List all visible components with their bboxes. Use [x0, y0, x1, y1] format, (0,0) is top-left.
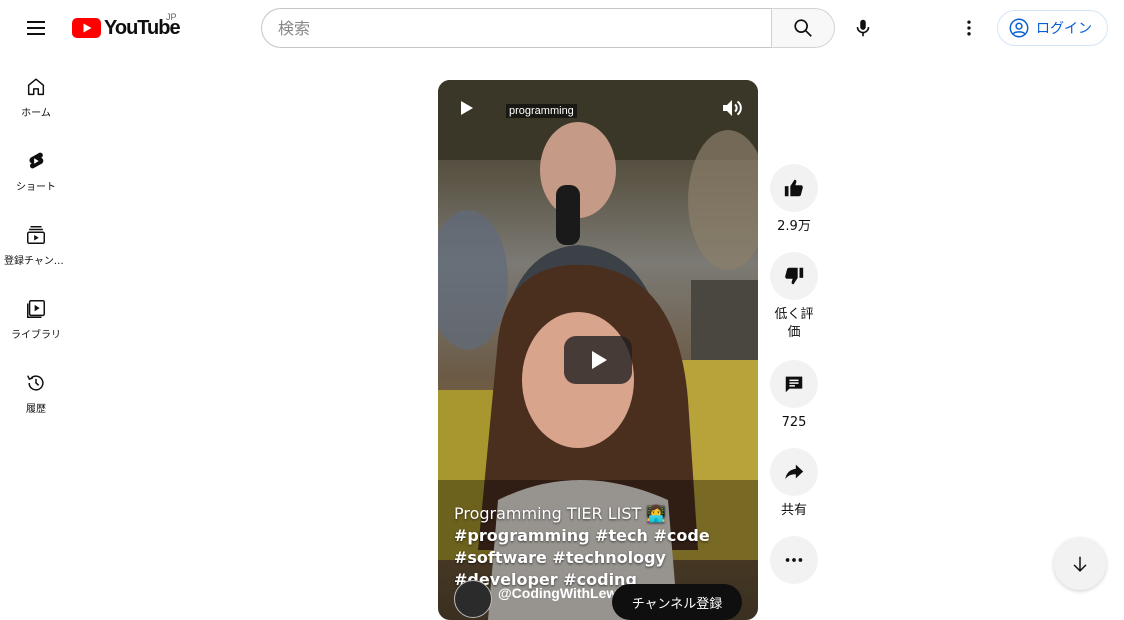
- comment-action: 725: [769, 360, 819, 432]
- sidebar-item-label: ホーム: [21, 108, 51, 119]
- logo-region: JP: [166, 12, 177, 22]
- share-action: 共有: [769, 448, 819, 520]
- sidebar-item-label: ショート: [16, 182, 56, 193]
- subscribe-button[interactable]: チャンネル登録: [612, 584, 742, 620]
- sidebar-item-label: 履歴: [26, 404, 46, 415]
- sidebar-item-subscriptions[interactable]: 登録チャンネル: [0, 204, 72, 278]
- subscriptions-icon: [27, 226, 45, 244]
- sidebar-item-home[interactable]: ホーム: [0, 56, 72, 130]
- youtube-logo[interactable]: YouTube: [72, 16, 181, 40]
- dislike-label: 低く評価: [774, 307, 814, 340]
- like-count: 2.9万: [777, 219, 811, 234]
- channel-row: @CodingWithLewis: [454, 580, 629, 618]
- play-icon: [461, 101, 473, 115]
- sidebar: ホーム ショート 登録チャンネル ライブラリ 履歴: [0, 56, 72, 426]
- account-icon: [1009, 18, 1029, 38]
- thumbs-up-icon: [784, 179, 803, 197]
- search-button[interactable]: [771, 8, 835, 48]
- sidebar-item-label: 登録チャンネル: [4, 256, 68, 267]
- horizontal-dots-icon: [785, 558, 803, 562]
- volume-button[interactable]: [720, 96, 744, 125]
- home-icon: [27, 78, 45, 96]
- login-label: ログイン: [1036, 21, 1092, 37]
- settings-more-button[interactable]: [949, 8, 989, 48]
- video-caption: Programming TIER LIST 👩‍💻 #programming #…: [454, 503, 748, 591]
- voice-search-button[interactable]: [843, 8, 883, 48]
- comment-icon: [785, 376, 803, 393]
- sidebar-item-label: ライブラリ: [11, 330, 61, 341]
- channel-avatar[interactable]: [454, 580, 492, 618]
- top-bar: YouTube JP ログイン: [0, 0, 1124, 56]
- microphone-icon: [856, 19, 870, 37]
- more-options-button[interactable]: [770, 536, 818, 584]
- share-button[interactable]: [770, 448, 818, 496]
- hamburger-menu-icon: [27, 21, 45, 35]
- thumbs-down-icon: [785, 267, 804, 285]
- comment-count: 725: [781, 415, 807, 430]
- shorts-icon: [29, 152, 44, 169]
- channel-handle[interactable]: @CodingWithLewis: [498, 585, 629, 601]
- play-icon: [592, 351, 607, 369]
- sidebar-item-shorts[interactable]: ショート: [0, 130, 72, 204]
- search-icon: [794, 19, 812, 37]
- history-icon: [27, 375, 44, 391]
- library-icon: [27, 300, 45, 318]
- play-control-button[interactable]: [454, 96, 478, 125]
- like-action: 2.9万: [769, 164, 819, 236]
- next-video-button[interactable]: [1054, 538, 1106, 590]
- video-overlay-tag: programming: [506, 104, 577, 118]
- sidebar-item-library[interactable]: ライブラリ: [0, 278, 72, 352]
- search-input[interactable]: [261, 8, 772, 48]
- sidebar-item-history[interactable]: 履歴: [0, 352, 72, 426]
- dislike-action: 低く評価: [769, 252, 819, 342]
- share-label: 共有: [780, 503, 807, 518]
- video-title[interactable]: Programming TIER LIST 👩‍💻: [454, 503, 748, 525]
- youtube-play-logo-icon: [72, 18, 101, 38]
- share-icon: [785, 464, 804, 480]
- like-button[interactable]: [770, 164, 818, 212]
- vertical-dots-icon: [967, 20, 971, 36]
- more-action: [769, 536, 819, 584]
- center-play-button[interactable]: [564, 336, 632, 384]
- arrow-down-icon: [1073, 556, 1087, 572]
- menu-button[interactable]: [16, 8, 56, 48]
- login-button[interactable]: ログイン: [997, 10, 1108, 46]
- search-bar: [261, 8, 835, 48]
- comment-button[interactable]: [770, 360, 818, 408]
- volume-icon: [723, 100, 742, 116]
- dislike-button[interactable]: [770, 252, 818, 300]
